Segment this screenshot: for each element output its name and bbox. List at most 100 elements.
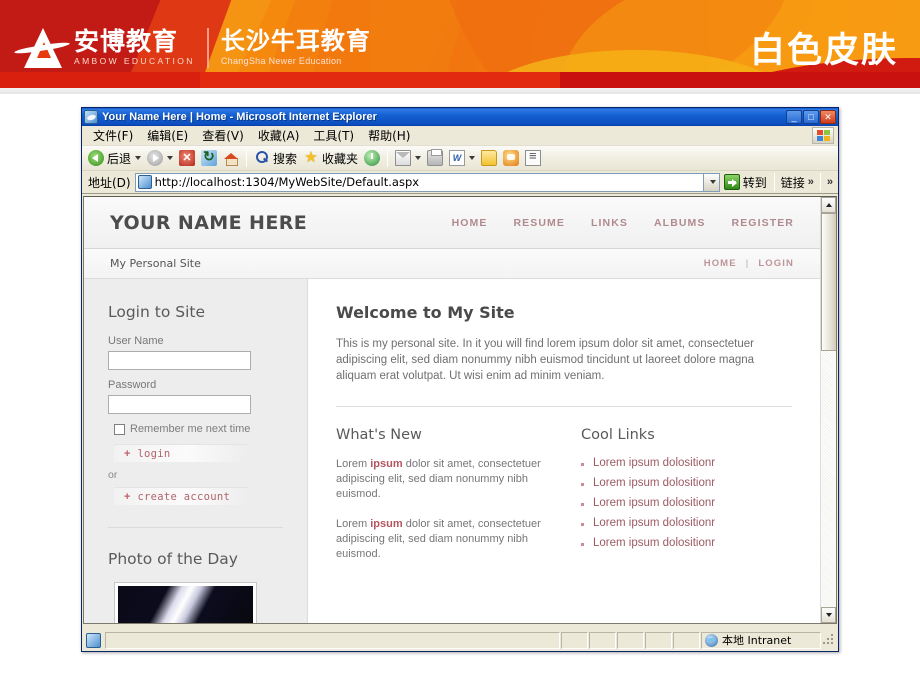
menu-view[interactable]: 查看(V) (195, 126, 251, 145)
newer-logo-text: 长沙牛耳教育 ChangSha Newer Education (220, 26, 371, 68)
nav-home[interactable]: HOME (452, 217, 488, 229)
forward-button[interactable] (144, 147, 176, 169)
intranet-zone-icon (705, 633, 718, 647)
links-overflow-icon[interactable]: » (805, 176, 817, 188)
history-icon (364, 150, 381, 166)
edit-page-button[interactable] (522, 147, 544, 169)
address-dropdown-button[interactable] (703, 172, 720, 192)
toolbar-overflow-icon[interactable]: » (824, 176, 836, 188)
remember-me-checkbox[interactable] (114, 423, 125, 435)
photo-heading: Photo of the Day (108, 550, 238, 568)
scrollbar-track[interactable] (821, 213, 836, 607)
ambow-name-cn: 安博教育 (74, 26, 179, 56)
status-slot (561, 631, 588, 649)
menu-tools[interactable]: 工具(T) (306, 126, 361, 145)
search-button[interactable]: 搜索 (251, 147, 300, 169)
back-icon (88, 150, 104, 166)
history-button[interactable] (361, 147, 383, 169)
windows-flag-button[interactable] (812, 127, 834, 144)
list-item[interactable]: Lorem ipsum dolositionr (581, 517, 792, 529)
ie-toolbar: 后退 ✕ 搜索 ★ 收藏夹 (82, 146, 838, 171)
toolbar-separator (246, 149, 248, 167)
bullet-icon (581, 483, 584, 486)
menu-help[interactable]: 帮助(H) (361, 126, 417, 145)
nav-register[interactable]: REGISTER (732, 217, 794, 229)
chevron-down-icon (825, 613, 832, 617)
menu-favorites[interactable]: 收藏(A) (251, 126, 307, 145)
messenger-button[interactable] (500, 147, 522, 169)
print-icon (427, 149, 444, 166)
cool-link[interactable]: Lorem ipsum dolositionr (593, 497, 715, 509)
newer-name-cn: 长沙牛耳教育 (220, 26, 371, 55)
photo-of-the-day-image (118, 586, 253, 623)
cool-link[interactable]: Lorem ipsum dolositionr (593, 517, 715, 529)
subnav-home[interactable]: HOME (704, 258, 737, 269)
list-item[interactable]: Lorem ipsum dolositionr (581, 537, 792, 549)
top-banner: 安博教育 AMBOW EDUCATION 长沙牛耳教育 ChangSha New… (0, 0, 920, 92)
chevron-down-icon (710, 180, 717, 184)
cool-links-list: Lorem ipsum dolositionr Lorem ipsum dolo… (581, 457, 792, 549)
menu-edit[interactable]: 编辑(E) (140, 126, 195, 145)
whats-new-item: Lorem ipsum dolor sit amet, consectetuer… (336, 457, 547, 502)
ie-address-bar: 地址(D) http://localhost:1304/MyWebSite/De… (82, 171, 838, 194)
cool-link[interactable]: Lorem ipsum dolositionr (593, 537, 715, 549)
scroll-down-button[interactable] (821, 607, 836, 623)
maximize-button[interactable]: □ (803, 110, 819, 124)
status-zone[interactable]: 本地 Intranet (701, 631, 821, 649)
address-input[interactable]: http://localhost:1304/MyWebSite/Default.… (134, 172, 704, 192)
window-controls: _ □ ✕ (786, 110, 837, 124)
status-slot (645, 631, 672, 649)
folder-icon (481, 150, 498, 166)
ie-status-bar: 本地 Intranet (83, 630, 837, 650)
web-page: YOUR NAME HERE HOME RESUME LINKS ALBUMS … (84, 197, 820, 623)
photo-of-the-day-frame[interactable] (114, 582, 257, 623)
edit-word-button[interactable]: W (446, 147, 478, 169)
password-input[interactable] (108, 395, 251, 414)
links-label[interactable]: 链接 (781, 174, 805, 191)
home-button[interactable] (220, 147, 242, 169)
mail-button[interactable] (392, 147, 424, 169)
page-icon (137, 175, 152, 189)
mail-dropdown-icon[interactable] (415, 156, 422, 160)
subnav-login[interactable]: LOGIN (758, 258, 794, 269)
page-scrollbar[interactable] (820, 197, 836, 623)
forward-dropdown-icon[interactable] (167, 156, 174, 160)
print-button[interactable] (424, 147, 446, 169)
back-dropdown-icon[interactable] (135, 156, 142, 160)
page-footer-area (0, 656, 920, 690)
scroll-up-button[interactable] (821, 197, 836, 213)
scrollbar-thumb[interactable] (821, 213, 836, 351)
stop-button[interactable]: ✕ (176, 147, 198, 169)
nav-resume[interactable]: RESUME (513, 217, 565, 229)
remember-me-row[interactable]: Remember me next time (114, 423, 283, 435)
ie-menu-bar: 文件(F) 编辑(E) 查看(V) 收藏(A) 工具(T) 帮助(H) (82, 126, 838, 146)
nav-links[interactable]: LINKS (591, 217, 628, 229)
login-button[interactable]: + login (114, 444, 248, 462)
favorites-button[interactable]: ★ 收藏夹 (300, 147, 361, 169)
refresh-button[interactable] (198, 147, 220, 169)
minimize-button[interactable]: _ (786, 110, 802, 124)
nav-albums[interactable]: ALBUMS (654, 217, 706, 229)
cool-link[interactable]: Lorem ipsum dolositionr (593, 457, 715, 469)
create-account-button[interactable]: + create account (114, 487, 248, 505)
bullet-icon (581, 503, 584, 506)
list-item[interactable]: Lorem ipsum dolositionr (581, 457, 792, 469)
ambow-logo: 安博教育 AMBOW EDUCATION 长沙牛耳教育 ChangSha New… (13, 24, 371, 72)
folder-button[interactable] (478, 147, 500, 169)
plus-icon: + (124, 490, 131, 503)
list-item[interactable]: Lorem ipsum dolositionr (581, 477, 792, 489)
username-input[interactable] (108, 351, 251, 370)
cool-link[interactable]: Lorem ipsum dolositionr (593, 477, 715, 489)
close-button[interactable]: ✕ (820, 110, 836, 124)
logo-divider (206, 28, 209, 68)
site-header: YOUR NAME HERE HOME RESUME LINKS ALBUMS … (84, 197, 820, 249)
whats-new-column: What's New Lorem ipsum dolor sit amet, c… (336, 427, 547, 577)
list-item[interactable]: Lorem ipsum dolositionr (581, 497, 792, 509)
menu-file[interactable]: 文件(F) (86, 126, 140, 145)
back-button[interactable]: 后退 (85, 147, 144, 169)
resize-grip-icon[interactable] (822, 633, 836, 647)
content-divider (336, 406, 792, 407)
go-arrow-icon (723, 174, 740, 190)
go-button[interactable]: 转到 (720, 172, 771, 192)
word-dropdown-icon[interactable] (469, 156, 476, 160)
